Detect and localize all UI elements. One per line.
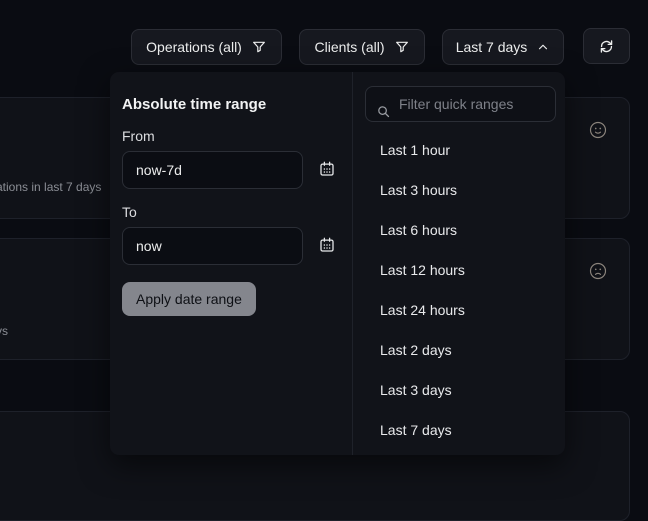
absolute-time-range-title: Absolute time range (122, 96, 340, 113)
quick-range-item[interactable]: Last 7 days (353, 410, 565, 450)
clients-filter-button[interactable]: Clients (all) (299, 29, 425, 65)
funnel-icon (251, 39, 267, 55)
funnel-icon (394, 39, 410, 55)
calendar-icon (318, 236, 336, 257)
search-icon (376, 84, 391, 124)
smiley-face-icon (588, 120, 608, 140)
background-caption-1: ations in last 7 days (0, 180, 101, 194)
time-range-label: Last 7 days (456, 39, 528, 55)
from-calendar-button[interactable] (317, 160, 337, 180)
operations-filter-button[interactable]: Operations (all) (131, 29, 282, 65)
background-caption-2: ys (0, 324, 8, 338)
quick-ranges-section: Last 1 hour Last 3 hours Last 6 hours La… (352, 72, 565, 455)
to-label: To (122, 204, 340, 220)
quick-range-item[interactable]: Last 3 hours (353, 170, 565, 210)
quick-range-item[interactable]: Last 1 hour (353, 130, 565, 170)
quick-ranges-filter-input[interactable] (399, 96, 580, 112)
time-range-button[interactable]: Last 7 days (442, 29, 564, 65)
to-input[interactable] (122, 227, 303, 265)
absolute-time-range-section: Absolute time range From To (110, 72, 352, 455)
operations-filter-label: Operations (all) (146, 39, 242, 55)
to-calendar-button[interactable] (317, 236, 337, 256)
quick-range-item-label: Last 12 hours (380, 262, 465, 278)
quick-range-item-label: Last 3 days (380, 382, 452, 398)
clients-filter-label: Clients (all) (314, 39, 384, 55)
from-input[interactable] (122, 151, 303, 189)
quick-range-item[interactable]: Last 2 days (353, 330, 565, 370)
quick-ranges-list: Last 1 hour Last 3 hours Last 6 hours La… (353, 130, 565, 450)
quick-range-item[interactable]: Last 6 hours (353, 210, 565, 250)
quick-range-item-label: Last 24 hours (380, 302, 465, 318)
quick-range-item-label: Last 3 hours (380, 182, 457, 198)
quick-range-item-label: Last 6 hours (380, 222, 457, 238)
calendar-icon (318, 160, 336, 181)
apply-date-range-button[interactable]: Apply date range (122, 282, 256, 316)
refresh-icon (598, 38, 615, 55)
from-label: From (122, 128, 340, 144)
time-range-dropdown-panel: Absolute time range From To (110, 72, 565, 455)
quick-range-item[interactable]: Last 3 days (353, 370, 565, 410)
quick-range-item-label: Last 2 days (380, 342, 452, 358)
refresh-button[interactable] (583, 28, 630, 64)
quick-range-item-label: Last 7 days (380, 422, 452, 438)
chevron-up-icon (536, 40, 550, 54)
sad-face-icon (588, 261, 608, 281)
quick-range-item-label: Last 1 hour (380, 142, 450, 158)
quick-range-item[interactable]: Last 24 hours (353, 290, 565, 330)
quick-range-item[interactable]: Last 12 hours (353, 250, 565, 290)
quick-ranges-search[interactable] (365, 86, 556, 122)
